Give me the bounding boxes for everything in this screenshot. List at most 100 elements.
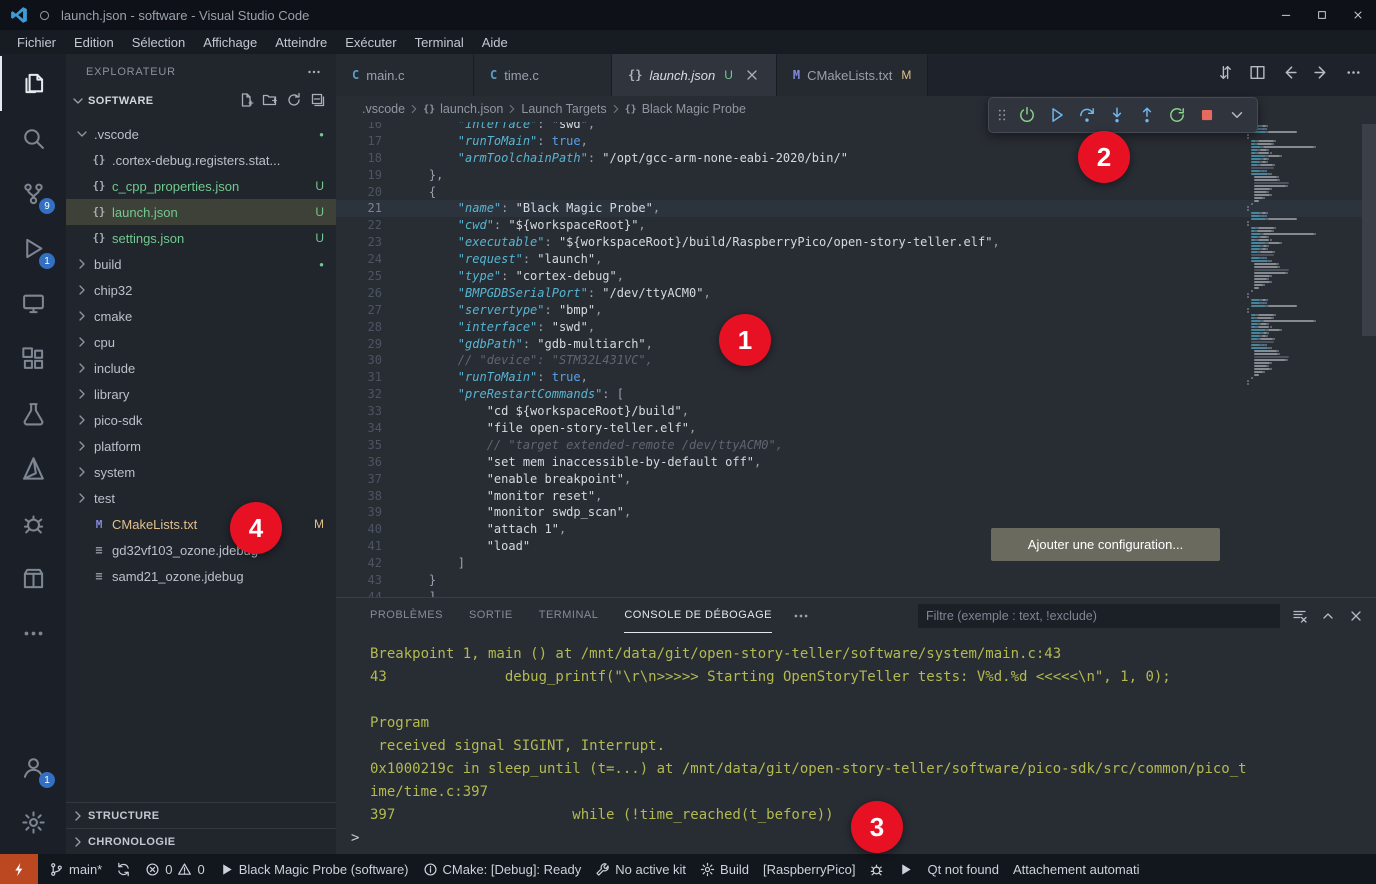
section-chronologie[interactable]: CHRONOLOGIE bbox=[66, 828, 336, 854]
panel-tab-probl-mes[interactable]: PROBLÈMES bbox=[370, 598, 443, 633]
breadcrumb-item-launch-targets[interactable]: Launch Targets bbox=[521, 102, 606, 116]
code-line-19[interactable]: 19 }, bbox=[336, 167, 1362, 184]
tree-item-library[interactable]: library bbox=[66, 381, 336, 407]
code-line-38[interactable]: 38 "monitor reset", bbox=[336, 488, 1362, 505]
debug-step-over-button[interactable] bbox=[1073, 101, 1101, 129]
code-line-35[interactable]: 35 // "target extended-remote /dev/ttyAC… bbox=[336, 437, 1362, 454]
tree-item-cpu[interactable]: cpu bbox=[66, 329, 336, 355]
activity-explorer[interactable] bbox=[0, 56, 66, 111]
tree-item-system[interactable]: system bbox=[66, 459, 336, 485]
activity-search[interactable] bbox=[0, 111, 66, 166]
menu-item-s-lection[interactable]: Sélection bbox=[123, 30, 194, 54]
code-line-18[interactable]: 18 "armToolchainPath": "/opt/gcc-arm-non… bbox=[336, 150, 1362, 167]
code-line-27[interactable]: 27 "servertype": "bmp", bbox=[336, 302, 1362, 319]
code-line-20[interactable]: 20 { bbox=[336, 184, 1362, 201]
code-line-21[interactable]: 21 "name": "Black Magic Probe", bbox=[336, 200, 1362, 217]
tree-item-cmakelists-txt[interactable]: MCMakeLists.txtM bbox=[66, 511, 336, 537]
action-navigate-back[interactable] bbox=[1281, 64, 1298, 86]
code-line-24[interactable]: 24 "request": "launch", bbox=[336, 251, 1362, 268]
tree-item-test[interactable]: test bbox=[66, 485, 336, 511]
code-line-32[interactable]: 32 "preRestartCommands": [ bbox=[336, 386, 1362, 403]
action-split-editor[interactable] bbox=[1249, 64, 1266, 86]
status-debug[interactable] bbox=[862, 854, 891, 884]
tree-item-vscode[interactable]: .vscode● bbox=[66, 121, 336, 147]
section-structure[interactable]: STRUCTURE bbox=[66, 802, 336, 828]
menu-item-affichage[interactable]: Affichage bbox=[194, 30, 266, 54]
tree-item-pico-sdk[interactable]: pico-sdk bbox=[66, 407, 336, 433]
panel-close-icon[interactable] bbox=[1348, 608, 1364, 624]
activity-containers[interactable] bbox=[0, 551, 66, 606]
code-line-31[interactable]: 31 "runToMain": true, bbox=[336, 369, 1362, 386]
status-target[interactable]: [RaspberryPico] bbox=[756, 854, 862, 884]
tree-item-cortex-debug-registers-stat[interactable]: {}.cortex-debug.registers.stat... bbox=[66, 147, 336, 173]
debug-power-button[interactable] bbox=[1013, 101, 1041, 129]
status-debug-config[interactable]: Black Magic Probe (software) bbox=[212, 854, 416, 884]
menu-item-atteindre[interactable]: Atteindre bbox=[266, 30, 336, 54]
status-auto-attach[interactable]: Attachement automati bbox=[1006, 854, 1146, 884]
action-new-folder[interactable] bbox=[262, 92, 278, 111]
activity-settings[interactable] bbox=[0, 795, 66, 850]
panel-more-icon[interactable] bbox=[792, 607, 810, 625]
minimap[interactable] bbox=[1240, 122, 1362, 597]
close-tab-icon[interactable] bbox=[744, 67, 760, 83]
code-line-17[interactable]: 17 "runToMain": true, bbox=[336, 133, 1362, 150]
code-line-30[interactable]: 30 // "device": "STM32L431VC", bbox=[336, 352, 1362, 369]
code-line-43[interactable]: 43 } bbox=[336, 572, 1362, 589]
code-line-39[interactable]: 39 "monitor swdp_scan", bbox=[336, 504, 1362, 521]
tree-item-include[interactable]: include bbox=[66, 355, 336, 381]
activity-accounts[interactable]: 1 bbox=[0, 740, 66, 795]
menu-item-terminal[interactable]: Terminal bbox=[406, 30, 473, 54]
activity-more-views[interactable] bbox=[0, 606, 66, 661]
activity-cmake[interactable] bbox=[0, 441, 66, 496]
breadcrumb-item-black-magic-probe[interactable]: {}Black Magic Probe bbox=[625, 102, 746, 116]
code-editor[interactable]: 16 "interface": "swd",17 "runToMain": tr… bbox=[336, 122, 1376, 597]
maximize-button[interactable] bbox=[1304, 0, 1340, 30]
tab-launch-json[interactable]: {}launch.jsonU bbox=[612, 54, 777, 96]
debug-more-button[interactable] bbox=[1223, 101, 1251, 129]
code-line-44[interactable]: 44 ] bbox=[336, 589, 1362, 597]
activity-testing[interactable] bbox=[0, 386, 66, 441]
add-configuration-button[interactable]: Ajouter une configuration... bbox=[991, 528, 1220, 561]
tab-main-c[interactable]: Cmain.c bbox=[336, 54, 474, 96]
debug-step-out-button[interactable] bbox=[1133, 101, 1161, 129]
action-open-changes[interactable] bbox=[1217, 64, 1234, 86]
action-refresh[interactable] bbox=[286, 92, 302, 111]
panel-maximize-icon[interactable] bbox=[1320, 608, 1336, 624]
breadcrumb-item-launch-json[interactable]: {}launch.json bbox=[423, 102, 503, 116]
status-build[interactable]: Build bbox=[693, 854, 756, 884]
status-cmake-status[interactable]: CMake: [Debug]: Ready bbox=[416, 854, 589, 884]
activity-source-control[interactable]: 9 bbox=[0, 166, 66, 221]
menu-item-edition[interactable]: Edition bbox=[65, 30, 123, 54]
code-line-36[interactable]: 36 "set mem inaccessible-by-default off"… bbox=[336, 454, 1362, 471]
activity-run-debug[interactable]: 1 bbox=[0, 221, 66, 276]
status-qt[interactable]: Qt not found bbox=[920, 854, 1006, 884]
tab-time-c[interactable]: Ctime.c bbox=[474, 54, 612, 96]
action-collapse-all[interactable] bbox=[310, 92, 326, 111]
status-kit[interactable]: No active kit bbox=[588, 854, 693, 884]
tree-item-samd21-ozone-jdebug[interactable]: ≡samd21_ozone.jdebug bbox=[66, 563, 336, 589]
debug-continue-button[interactable] bbox=[1043, 101, 1071, 129]
code-line-23[interactable]: 23 "executable": "${workspaceRoot}/build… bbox=[336, 234, 1362, 251]
tree-item-chip32[interactable]: chip32 bbox=[66, 277, 336, 303]
menu-item-fichier[interactable]: Fichier bbox=[8, 30, 65, 54]
code-line-34[interactable]: 34 "file open-story-teller.elf", bbox=[336, 420, 1362, 437]
activity-extensions[interactable] bbox=[0, 331, 66, 386]
debug-restart-button[interactable] bbox=[1163, 101, 1191, 129]
console-filter-input[interactable] bbox=[918, 604, 1280, 628]
minimize-button[interactable] bbox=[1268, 0, 1304, 30]
activity-debug-alt[interactable] bbox=[0, 496, 66, 551]
panel-tab-terminal[interactable]: TERMINAL bbox=[539, 598, 599, 633]
panel-tab-sortie[interactable]: SORTIE bbox=[469, 598, 513, 633]
tree-item-c-cpp-properties-json[interactable]: {}c_cpp_properties.jsonU bbox=[66, 173, 336, 199]
activity-remote-explorer[interactable] bbox=[0, 276, 66, 331]
code-line-33[interactable]: 33 "cd ${workspaceRoot}/build", bbox=[336, 403, 1362, 420]
tree-item-build[interactable]: build● bbox=[66, 251, 336, 277]
editor-scrollbar[interactable] bbox=[1362, 124, 1376, 336]
tab-cmakelists-txt[interactable]: MCMakeLists.txtM bbox=[777, 54, 928, 96]
code-line-29[interactable]: 29 "gdbPath": "gdb-multiarch", bbox=[336, 336, 1362, 353]
menu-item-ex-cuter[interactable]: Exécuter bbox=[336, 30, 405, 54]
code-line-37[interactable]: 37 "enable breakpoint", bbox=[336, 471, 1362, 488]
status-problems[interactable]: 00 bbox=[138, 854, 211, 884]
debug-step-into-button[interactable] bbox=[1103, 101, 1131, 129]
close-window-button[interactable] bbox=[1340, 0, 1376, 30]
